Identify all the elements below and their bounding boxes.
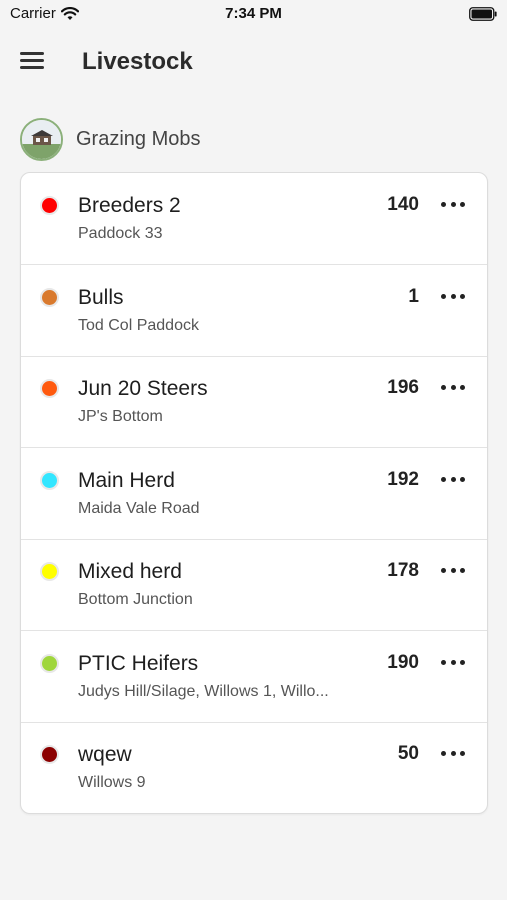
mob-color-dot [40,196,59,215]
more-options-icon[interactable] [441,655,465,669]
page-title: Livestock [82,48,193,75]
mob-list: Breeders 2 Paddock 33 140 Bulls Tod Col … [20,172,488,814]
mob-count: 190 [387,652,419,673]
mob-name: Jun 20 Steers [78,377,208,400]
mob-count: 50 [397,743,419,764]
mob-row[interactable]: wqew Willows 9 50 [21,722,487,813]
mob-location: Paddock 33 [78,225,163,242]
mob-location: JP's Bottom [78,408,163,425]
mob-color-dot [40,654,59,673]
mob-location: Willows 9 [78,774,146,791]
mob-location: Maida Vale Road [78,500,200,517]
more-options-icon[interactable] [441,563,465,577]
mob-location: Bottom Junction [78,591,193,608]
mob-count: 178 [387,560,419,581]
mob-name: Breeders 2 [78,194,181,217]
status-bar: Carrier 7:34 PM [0,0,507,30]
mob-row[interactable]: Breeders 2 Paddock 33 140 [21,173,487,265]
battery-icon [469,7,497,21]
mob-name: PTIC Heifers [78,652,199,675]
mob-row[interactable]: Jun 20 Steers JP's Bottom 196 [21,356,487,448]
section-header: Grazing Mobs [20,117,201,161]
section-title: Grazing Mobs [76,127,201,150]
mob-row[interactable]: PTIC Heifers Judys Hill/Silage, Willows … [21,631,487,723]
mob-count: 140 [387,194,419,215]
mob-count: 1 [408,286,419,307]
mob-color-dot [40,288,59,307]
mob-color-dot [40,379,59,398]
mob-count: 196 [387,377,419,398]
more-options-icon[interactable] [441,746,465,760]
mob-name: Main Herd [78,469,175,492]
menu-icon[interactable] [20,52,44,72]
more-options-icon[interactable] [441,472,465,486]
mob-row[interactable]: Bulls Tod Col Paddock 1 [21,265,487,357]
more-options-icon[interactable] [441,197,465,211]
mob-name: Mixed herd [78,560,182,583]
mob-color-dot [40,745,59,764]
mob-color-dot [40,471,59,490]
header: Livestock [0,40,507,86]
mob-name: Bulls [78,286,124,309]
farm-avatar-icon [20,117,63,161]
mob-color-dot [40,562,59,581]
mob-location: Tod Col Paddock [78,317,199,334]
mob-name: wqew [78,743,132,766]
mob-row[interactable]: Mixed herd Bottom Junction 178 [21,539,487,631]
mob-row[interactable]: Main Herd Maida Vale Road 192 [21,448,487,540]
mob-count: 192 [387,469,419,490]
more-options-icon[interactable] [441,289,465,303]
mob-location: Judys Hill/Silage, Willows 1, Willo... [78,683,329,700]
status-time: 7:34 PM [225,5,282,22]
more-options-icon[interactable] [441,380,465,394]
